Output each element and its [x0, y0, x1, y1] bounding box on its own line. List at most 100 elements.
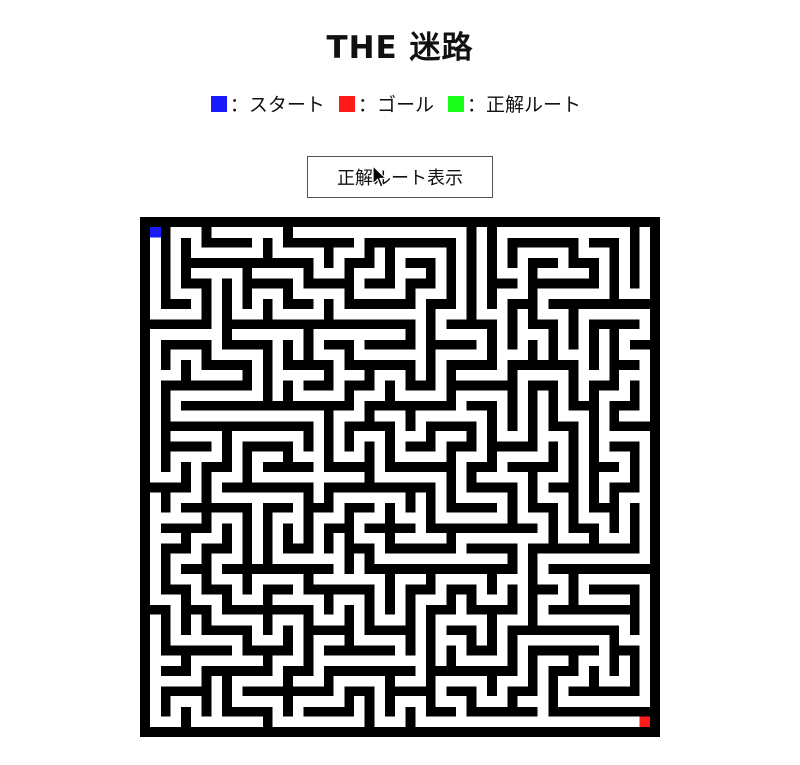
path-cell	[415, 339, 426, 350]
path-cell	[354, 696, 365, 707]
path-cell	[262, 492, 273, 503]
path-cell	[282, 329, 294, 340]
path-cell	[272, 624, 284, 636]
path-cell	[292, 533, 304, 544]
path-cell	[415, 227, 426, 238]
path-cell	[456, 635, 467, 646]
path-cell	[517, 329, 528, 340]
path-cell	[170, 267, 182, 279]
path-cell	[537, 247, 549, 259]
path-cell	[313, 614, 324, 626]
path-cell	[231, 247, 243, 259]
path-cell	[160, 308, 171, 320]
path-cell	[252, 390, 263, 401]
path-cell	[456, 461, 467, 473]
path-cell	[333, 533, 345, 544]
path-cell	[466, 573, 477, 585]
path-cell	[272, 655, 284, 667]
path-cell	[150, 247, 161, 259]
path-cell	[445, 553, 457, 565]
path-cell	[354, 431, 365, 442]
path-cell	[415, 267, 426, 279]
path-cell	[394, 257, 406, 269]
path-cell	[486, 696, 498, 707]
path-cell	[598, 359, 610, 371]
path-cell	[558, 553, 569, 565]
path-cell	[190, 543, 202, 554]
path-cell	[639, 369, 651, 381]
path-cell	[456, 257, 467, 269]
path-cell	[190, 329, 202, 340]
path-cell	[303, 696, 314, 707]
path-cell	[619, 573, 630, 585]
path-cell	[354, 522, 365, 534]
path-cell	[558, 522, 569, 534]
path-cell	[313, 288, 324, 299]
path-cell	[588, 512, 600, 524]
path-cell	[486, 308, 498, 320]
path-cell	[496, 247, 508, 259]
path-cell	[456, 349, 467, 361]
path-cell	[190, 431, 202, 442]
legend-goal-label: ：ゴール	[357, 94, 434, 116]
path-cell	[639, 604, 651, 616]
path-cell	[170, 635, 182, 646]
path-cell	[394, 512, 406, 524]
path-cell	[221, 390, 233, 401]
path-cell	[598, 522, 610, 534]
path-cell	[517, 614, 528, 626]
path-cell	[394, 420, 406, 432]
path-cell	[537, 431, 549, 442]
path-cell	[619, 696, 630, 707]
path-cell	[374, 502, 386, 514]
path-cell	[374, 471, 386, 483]
path-cell	[547, 573, 559, 585]
path-cell	[272, 359, 284, 371]
path-cell	[394, 349, 406, 361]
path-cell	[292, 267, 304, 279]
path-cell	[211, 512, 222, 524]
path-cell	[150, 410, 161, 422]
path-cell	[333, 543, 345, 554]
path-cell	[150, 635, 161, 646]
path-cell	[394, 431, 406, 442]
path-cell	[231, 390, 243, 401]
path-cell	[394, 492, 406, 503]
path-cell	[619, 492, 630, 503]
path-cell	[476, 298, 488, 310]
path-cell	[517, 543, 528, 554]
path-cell	[272, 237, 284, 248]
path-cell	[272, 512, 284, 524]
path-cell	[476, 686, 488, 697]
path-cell	[405, 390, 416, 401]
path-cell	[231, 635, 243, 646]
path-cell	[211, 390, 222, 401]
path-cell	[150, 298, 161, 310]
path-cell	[394, 390, 406, 401]
path-cell	[456, 655, 467, 667]
path-cell	[180, 451, 192, 463]
path-cell	[537, 298, 549, 310]
path-cell	[374, 492, 386, 503]
path-cell	[405, 675, 416, 687]
path-cell	[333, 502, 345, 514]
path-cell	[150, 614, 161, 626]
path-cell	[190, 237, 202, 248]
path-cell	[150, 492, 161, 503]
maze-board[interactable]	[140, 217, 660, 737]
path-cell	[415, 431, 426, 442]
path-cell	[262, 431, 273, 442]
path-cell	[445, 716, 457, 728]
path-cell	[282, 553, 294, 565]
path-cell	[384, 288, 396, 299]
path-cell	[354, 563, 365, 575]
path-cell	[619, 257, 630, 269]
path-cell	[496, 390, 508, 401]
path-cell	[374, 614, 386, 626]
path-cell	[343, 451, 355, 463]
path-cell	[364, 512, 375, 524]
path-cell	[466, 614, 477, 626]
path-cell	[547, 594, 559, 605]
show-solution-button[interactable]: 正解ルート表示	[307, 156, 493, 198]
path-cell	[507, 349, 518, 361]
